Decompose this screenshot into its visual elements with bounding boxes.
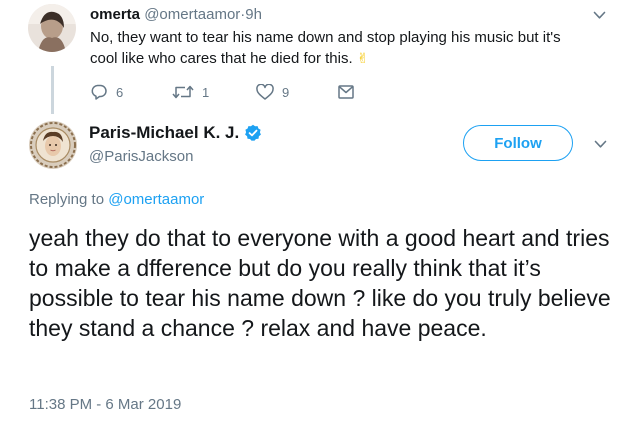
reply-count: 6 — [116, 84, 124, 100]
main-tweet-text: yeah they do that to everyone with a goo… — [29, 225, 611, 341]
parent-tweet-text-block: No, they want to tear his name down and … — [90, 28, 590, 69]
parent-tweet-actions: 6 1 9 — [90, 82, 354, 102]
parent-more-chevron-down-icon[interactable] — [593, 11, 606, 20]
retweet-icon — [172, 84, 194, 100]
follow-button[interactable]: Follow — [463, 125, 573, 161]
retweet-action[interactable]: 1 — [172, 84, 256, 100]
like-icon — [256, 84, 274, 100]
like-action[interactable]: 9 — [256, 84, 338, 100]
parent-handle[interactable]: @omertaamor — [144, 6, 240, 23]
parent-avatar[interactable] — [28, 4, 76, 52]
main-handle[interactable]: @ParisJackson — [89, 148, 193, 165]
reply-icon — [90, 83, 108, 101]
direct-message-action[interactable] — [338, 85, 354, 99]
reply-action[interactable]: 6 — [90, 83, 172, 101]
thread-connector-line — [51, 66, 54, 114]
main-display-name[interactable]: Paris-Michael K. J. — [89, 123, 239, 143]
verified-badge-icon — [245, 124, 262, 141]
replying-to-mention-link[interactable]: @omertaamor — [108, 191, 204, 208]
tweet-timestamp[interactable]: 11:38 PM - 6 Mar 2019 — [29, 396, 181, 413]
main-avatar[interactable] — [29, 121, 77, 169]
parent-tweet-header: omerta @omertaamor·9h — [90, 6, 262, 23]
direct-message-icon — [338, 85, 354, 99]
victory-hand-emoji: ✌ — [356, 50, 369, 66]
main-more-chevron-down-icon[interactable] — [594, 140, 607, 149]
retweet-count: 1 — [202, 84, 210, 100]
parent-display-name[interactable]: omerta — [90, 6, 140, 23]
main-name-row: Paris-Michael K. J. — [89, 123, 262, 143]
parent-time[interactable]: ·9h — [240, 6, 262, 23]
parent-tweet-text: No, they want to tear his name down and … — [90, 29, 561, 67]
like-count: 9 — [282, 84, 290, 100]
replying-to-label: Replying to — [29, 191, 105, 208]
replying-to-line: Replying to @omertaamor — [29, 191, 204, 208]
